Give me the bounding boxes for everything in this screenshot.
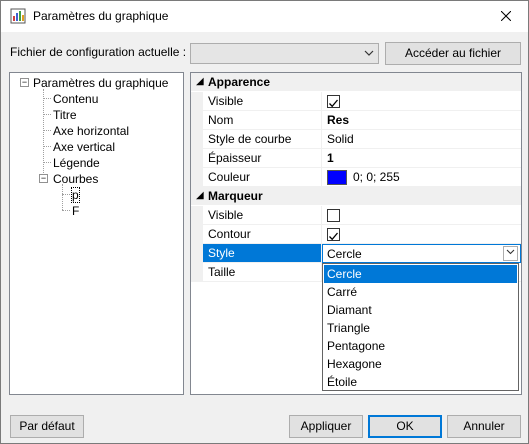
tree-courbes-expander[interactable]: − bbox=[39, 174, 48, 183]
tree-item-legende[interactable]: Légende bbox=[53, 156, 100, 170]
dropdown-option-cercle[interactable]: Cercle bbox=[324, 265, 517, 283]
section-apparence[interactable]: ◢ Apparence bbox=[191, 73, 521, 91]
dropdown-option-carre[interactable]: Carré bbox=[324, 283, 517, 301]
prop-contour-value bbox=[322, 225, 521, 244]
config-file-combo[interactable] bbox=[190, 43, 379, 64]
tree-item-curve-f[interactable]: F bbox=[72, 204, 79, 218]
access-file-button[interactable]: Accéder au fichier bbox=[385, 42, 521, 65]
marker-style-combo[interactable]: Cercle bbox=[322, 244, 521, 263]
prop-visible-value bbox=[322, 92, 521, 111]
dropdown-option-diamant[interactable]: Diamant bbox=[324, 301, 517, 319]
settings-dialog: Paramètres du graphique Fichier de confi… bbox=[0, 0, 529, 444]
default-button[interactable]: Par défaut bbox=[10, 415, 84, 438]
tree-item-axe-horizontal[interactable]: Axe horizontal bbox=[53, 124, 129, 138]
prop-couleur-value[interactable]: 0; 0; 255 bbox=[322, 168, 521, 187]
prop-nom-label: Nom bbox=[203, 111, 322, 130]
ok-button[interactable]: OK bbox=[368, 415, 442, 438]
close-icon bbox=[500, 11, 511, 21]
chart-icon bbox=[10, 8, 26, 24]
dropdown-option-hexagone[interactable]: Hexagone bbox=[324, 355, 517, 373]
property-row: Visible bbox=[191, 206, 521, 225]
prop-contour-label: Contour bbox=[203, 225, 322, 244]
property-row: Contour bbox=[191, 225, 521, 244]
prop-style-courbe-value[interactable]: Solid bbox=[322, 130, 521, 149]
tree-item-curve-p[interactable]: p bbox=[71, 187, 80, 203]
collapse-triangle-icon[interactable]: ◢ bbox=[196, 73, 204, 91]
color-value-text: 0; 0; 255 bbox=[353, 170, 400, 184]
color-swatch[interactable] bbox=[327, 170, 347, 185]
section-marqueur-label: Marqueur bbox=[208, 189, 263, 203]
tree-item-courbes[interactable]: Courbes bbox=[53, 172, 98, 186]
contour-checkbox[interactable] bbox=[327, 228, 340, 241]
config-file-label: Fichier de configuration actuelle : bbox=[10, 45, 187, 59]
prop-epaisseur-value[interactable]: 1 bbox=[322, 149, 521, 168]
section-marqueur[interactable]: ◢ Marqueur bbox=[191, 187, 521, 205]
chevron-down-icon bbox=[506, 249, 515, 255]
tree-root-expander[interactable]: − bbox=[20, 78, 29, 87]
settings-tree: − Paramètres du graphique Contenu Titre … bbox=[9, 72, 184, 395]
prop-marker-visible-value bbox=[322, 206, 521, 225]
checkmark-icon bbox=[329, 232, 338, 241]
marker-style-dropdown: Cercle Carré Diamant Triangle Pentagone … bbox=[322, 263, 519, 391]
tree-item-axe-vertical[interactable]: Axe vertical bbox=[53, 140, 115, 154]
prop-epaisseur-label: Épaisseur bbox=[203, 149, 322, 168]
tree-root[interactable]: Paramètres du graphique bbox=[33, 76, 168, 90]
property-row: Style de courbe Solid bbox=[191, 130, 521, 149]
property-row: Style Cercle bbox=[191, 244, 521, 263]
prop-style-label: Style bbox=[203, 244, 322, 263]
property-row: Épaisseur 1 bbox=[191, 149, 521, 168]
prop-marker-visible-label: Visible bbox=[203, 206, 322, 225]
close-button[interactable] bbox=[483, 1, 528, 31]
apply-button[interactable]: Appliquer bbox=[289, 415, 363, 438]
marker-visible-checkbox[interactable] bbox=[327, 209, 340, 222]
window-title: Paramètres du graphique bbox=[33, 9, 169, 23]
dropdown-option-etoile[interactable]: Étoile bbox=[324, 373, 517, 391]
tree-item-titre[interactable]: Titre bbox=[53, 108, 77, 122]
chevron-down-icon bbox=[364, 50, 374, 56]
prop-taille-label: Taille bbox=[203, 263, 322, 282]
visible-checkbox[interactable] bbox=[327, 95, 340, 108]
prop-nom-value[interactable]: Res bbox=[322, 111, 521, 130]
checkmark-icon bbox=[329, 99, 338, 108]
prop-couleur-label: Couleur bbox=[203, 168, 322, 187]
prop-style-courbe-label: Style de courbe bbox=[203, 130, 322, 149]
collapse-triangle-icon[interactable]: ◢ bbox=[196, 187, 204, 205]
cancel-button[interactable]: Annuler bbox=[447, 415, 521, 438]
section-apparence-label: Apparence bbox=[208, 75, 271, 89]
property-row: Visible bbox=[191, 92, 521, 111]
prop-visible-label: Visible bbox=[203, 92, 322, 111]
title-bar[interactable]: Paramètres du graphique bbox=[1, 1, 528, 32]
property-row: Couleur 0; 0; 255 bbox=[191, 168, 521, 187]
dropdown-button[interactable] bbox=[503, 246, 518, 261]
property-row: Nom Res bbox=[191, 111, 521, 130]
tree-item-contenu[interactable]: Contenu bbox=[53, 92, 98, 106]
dropdown-option-pentagone[interactable]: Pentagone bbox=[324, 337, 517, 355]
dropdown-option-triangle[interactable]: Triangle bbox=[324, 319, 517, 337]
marker-style-value: Cercle bbox=[327, 247, 362, 261]
